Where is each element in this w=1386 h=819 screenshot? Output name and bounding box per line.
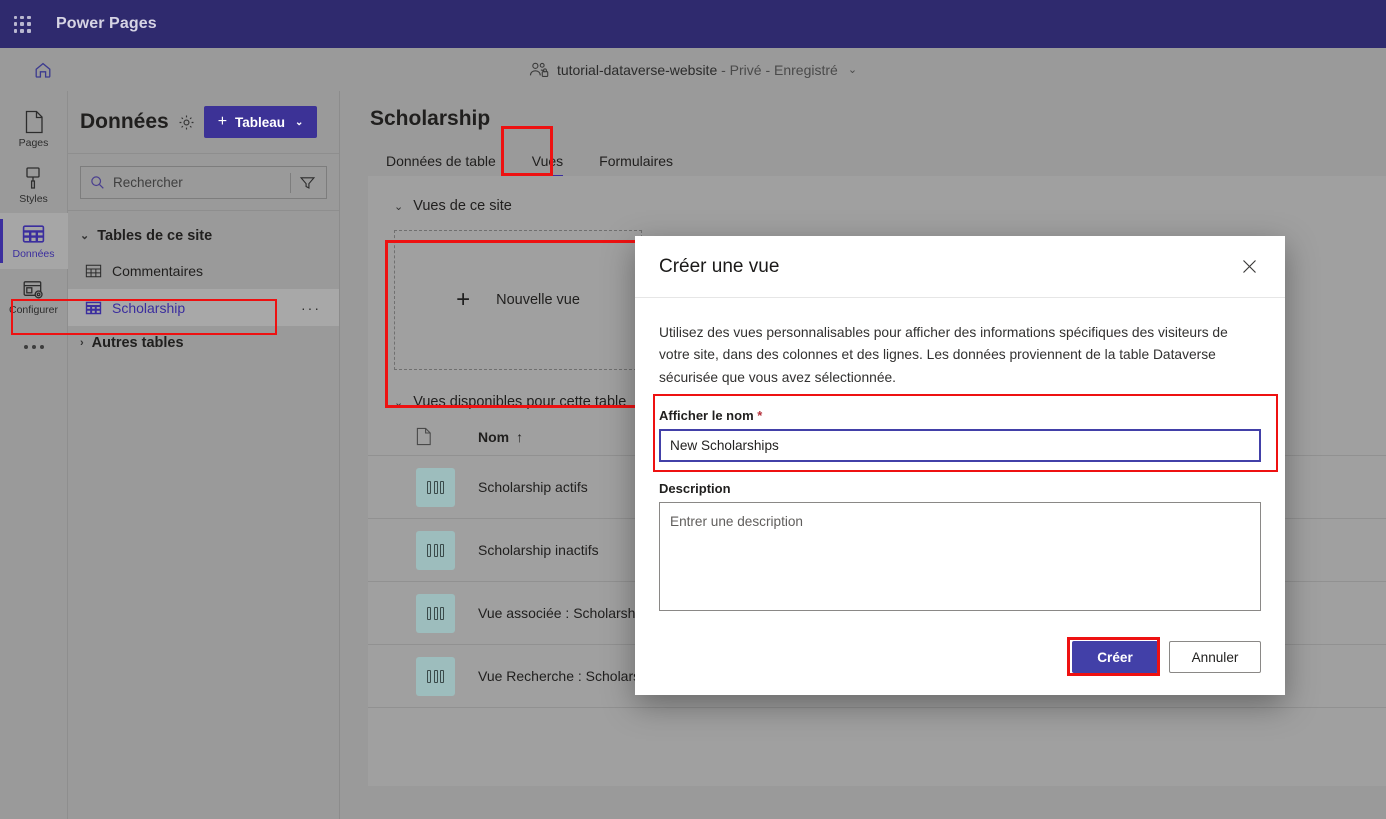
tree-item-commentaires[interactable]: Commentaires xyxy=(68,252,339,289)
label-text: Afficher le nom xyxy=(659,408,754,424)
tree-item-scholarship[interactable]: Scholarship ··· xyxy=(68,289,339,326)
chevron-right-icon: › xyxy=(80,336,84,349)
dialog-body: Utilisez des vues personnalisables pour … xyxy=(635,298,1285,641)
section-heading: Vues disponibles pour cette table xyxy=(413,394,627,410)
brush-icon xyxy=(23,166,45,190)
view-name: Scholarship actifs xyxy=(478,479,588,495)
description-field-group: Description xyxy=(659,481,1261,616)
sort-ascending-icon: ↑ xyxy=(516,428,524,445)
search-box[interactable] xyxy=(80,166,327,199)
people-lock-icon xyxy=(529,61,549,78)
app-launcher-button[interactable] xyxy=(0,0,44,48)
gear-icon[interactable] xyxy=(178,114,195,131)
app-root: Power Pages tutorial-dataverse-website -… xyxy=(0,0,1386,819)
display-name-label: Afficher le nom * xyxy=(659,408,1261,423)
table-grid-icon xyxy=(22,223,45,245)
page-icon xyxy=(23,110,45,134)
plus-icon: + xyxy=(456,286,471,313)
sidebar-item-styles[interactable]: Styles xyxy=(0,157,68,213)
brand-header: Power Pages xyxy=(0,0,1386,48)
table-icon xyxy=(85,300,102,316)
section-heading: Vues de ce site xyxy=(413,198,512,214)
view-name: Vue associée : Scholarship xyxy=(478,605,647,621)
sidebar-item-donnees[interactable]: Données xyxy=(0,213,68,269)
search-container xyxy=(68,154,339,211)
chevron-down-icon: ⌄ xyxy=(394,200,404,213)
description-textarea[interactable] xyxy=(659,502,1261,612)
add-table-button[interactable]: + Tableau ⌄ xyxy=(203,106,318,138)
new-view-label: Nouvelle vue xyxy=(496,292,580,308)
add-table-label: Tableau xyxy=(235,114,286,130)
site-name-label: tutorial-dataverse-website - Privé - Enr… xyxy=(557,62,838,78)
home-button[interactable] xyxy=(22,48,64,91)
dialog-footer: Créer Annuler xyxy=(635,641,1285,695)
chevron-down-icon: ⌄ xyxy=(80,230,90,242)
tree-group-label: Tables de ce site xyxy=(97,227,213,244)
tree-item-label: Scholarship xyxy=(112,299,186,316)
view-columns-icon xyxy=(416,593,455,633)
plus-icon: + xyxy=(217,113,228,130)
column-header-nom[interactable]: Nom ↑ xyxy=(478,429,523,445)
page-title: Scholarship xyxy=(370,107,491,130)
table-tree: ⌄ Tables de ce site Commentaires Scholar… xyxy=(68,211,339,359)
display-name-input[interactable] xyxy=(659,429,1261,463)
required-asterisk: * xyxy=(757,408,763,424)
dialog-header: Créer une vue xyxy=(635,236,1285,298)
table-overflow-menu[interactable]: ··· xyxy=(301,300,321,316)
more-options-icon[interactable] xyxy=(0,325,68,369)
section-site-views[interactable]: ⌄ Vues de ce site xyxy=(368,176,1386,222)
sidebar-item-label: Styles xyxy=(19,192,48,205)
close-icon[interactable] xyxy=(1233,251,1265,283)
site-name: tutorial-dataverse-website xyxy=(556,61,718,78)
tree-item-label: Commentaires xyxy=(112,262,204,279)
view-name: Scholarship inactifs xyxy=(478,542,599,558)
display-name-field-group: Afficher le nom * xyxy=(659,408,1261,463)
left-nav-rail: Pages Styles Données Configurer xyxy=(0,91,68,819)
sidebar-item-configurer[interactable]: Configurer xyxy=(0,269,68,325)
sidebar-item-label: Configurer xyxy=(8,303,59,316)
filter-button[interactable] xyxy=(291,167,324,198)
filter-funnel-icon xyxy=(299,175,316,191)
site-info[interactable]: tutorial-dataverse-website - Privé - Enr… xyxy=(529,61,857,78)
app-launcher-grid-icon xyxy=(13,15,31,33)
tree-group-other-tables[interactable]: › Autres tables xyxy=(68,326,339,359)
view-columns-icon xyxy=(416,656,455,696)
dialog-description: Utilisez des vues personnalisables pour … xyxy=(659,325,1228,385)
site-status: - Privé - Enregistré xyxy=(717,61,838,78)
sidebar-item-label: Pages xyxy=(18,136,49,149)
brand-title: Power Pages xyxy=(56,15,157,32)
cancel-button[interactable]: Annuler xyxy=(1169,641,1261,673)
data-panel-header: Données + Tableau ⌄ xyxy=(68,91,339,154)
document-icon xyxy=(416,427,478,446)
new-view-card[interactable]: + Nouvelle vue xyxy=(394,230,642,370)
chevron-down-icon[interactable]: ⌄ xyxy=(848,63,857,76)
data-panel: Données + Tableau ⌄ Rechercher ⌄ Tables … xyxy=(68,91,340,819)
panel-title: Données xyxy=(80,110,169,133)
create-button[interactable]: Créer xyxy=(1072,641,1158,673)
sidebar-item-label: Données xyxy=(12,247,55,260)
search-icon xyxy=(90,175,105,190)
site-header: tutorial-dataverse-website - Privé - Enr… xyxy=(0,48,1386,91)
view-columns-icon xyxy=(416,530,455,570)
search-input[interactable] xyxy=(105,175,290,190)
home-icon xyxy=(33,60,53,80)
column-label: Nom xyxy=(478,428,510,445)
window-gear-icon xyxy=(22,279,45,301)
table-icon xyxy=(85,263,102,279)
chevron-down-icon: ⌄ xyxy=(394,396,404,409)
view-name: Vue Recherche : Scholarship xyxy=(478,668,659,684)
dialog-title: Créer une vue xyxy=(659,255,780,277)
tree-group-site-tables[interactable]: ⌄ Tables de ce site xyxy=(68,219,339,252)
chevron-down-icon: ⌄ xyxy=(295,116,304,128)
create-view-dialog: Créer une vue Utilisez des vues personna… xyxy=(635,236,1285,695)
view-columns-icon xyxy=(416,467,455,507)
tree-group-label: Autres tables xyxy=(91,334,184,351)
sidebar-item-pages[interactable]: Pages xyxy=(0,101,68,157)
description-label: Description xyxy=(659,481,731,497)
